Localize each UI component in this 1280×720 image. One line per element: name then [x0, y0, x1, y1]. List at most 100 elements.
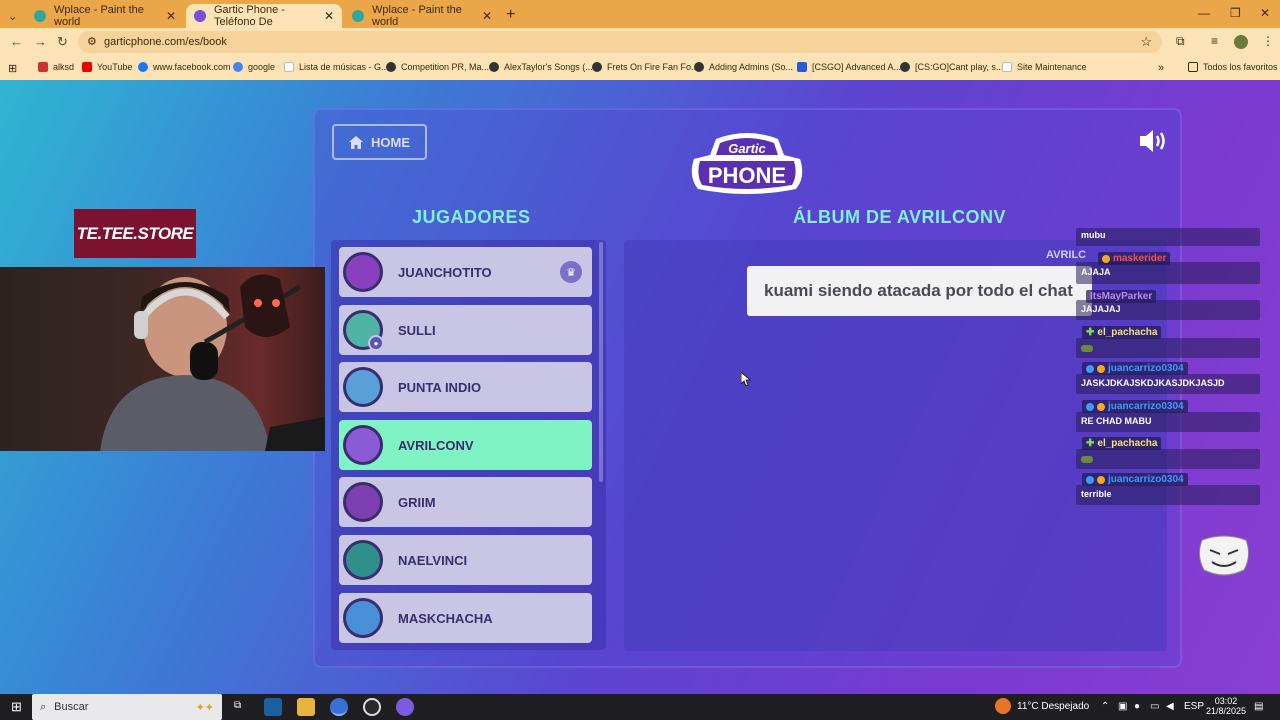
site-info-icon[interactable]: ⚙ — [87, 35, 97, 48]
bookmark-star-icon[interactable]: ☆ — [1140, 34, 1152, 50]
profile-avatar[interactable] — [1234, 35, 1248, 49]
file-explorer-icon[interactable] — [297, 698, 315, 716]
home-icon — [349, 135, 363, 149]
search-icon: ⌕ — [40, 700, 47, 713]
home-button[interactable]: HOME — [332, 124, 427, 160]
emote-icon — [1081, 456, 1093, 463]
task-view-icon[interactable]: ⧉ — [234, 700, 241, 711]
all-favorites[interactable]: Todos los favoritos — [1188, 62, 1278, 72]
player-row-griim[interactable]: GRIIM — [339, 477, 592, 527]
player-avatar — [343, 598, 383, 638]
player-row-naelvinci[interactable]: NAELVINCI — [339, 535, 592, 585]
player-row-sulli[interactable]: ● SULLI — [339, 305, 592, 355]
badge-icon — [1102, 254, 1110, 263]
restore-icon[interactable]: ❐ — [1230, 6, 1241, 20]
back-icon[interactable]: ← — [10, 34, 23, 49]
chat-message — [1076, 338, 1260, 358]
media-icon[interactable]: ≡ — [1211, 34, 1218, 48]
menu-icon[interactable]: ⋮ — [1262, 34, 1274, 48]
globe-icon — [34, 10, 46, 22]
player-row-maskchacha[interactable]: MASKCHACHA — [339, 593, 592, 643]
sparkle-icon: ✦✦ — [195, 701, 214, 714]
tab-search-button[interactable]: ⌄ — [0, 4, 24, 28]
emote-icon — [1081, 345, 1093, 352]
taskbar-search[interactable]: ⌕ Buscar ✦✦ — [32, 694, 222, 720]
bookmark-item[interactable]: Adding Admins (So... — [694, 62, 793, 72]
gartic-phone-logo: Gartic PHONE — [691, 133, 803, 194]
chat-message: RE CHAD MABU — [1076, 412, 1260, 432]
badge-icon — [1097, 402, 1105, 411]
mouse-cursor-icon — [741, 372, 751, 386]
bookmark-item[interactable]: Site Maintenance — [1002, 62, 1087, 72]
player-row-punta-indio[interactable]: PUNTA INDIO — [339, 362, 592, 412]
bookmark-item[interactable]: google — [233, 62, 275, 72]
chat-username: maskerider — [1098, 252, 1171, 265]
mascot-icon — [1198, 535, 1250, 576]
app-icon[interactable] — [396, 698, 414, 716]
webcam-overlay — [0, 267, 325, 451]
windows-start-icon[interactable]: ⊞ — [11, 699, 22, 715]
youtube-icon — [82, 62, 92, 72]
chrome-icon[interactable] — [330, 698, 348, 716]
clock[interactable]: 03:02 21/8/2025 — [1206, 696, 1246, 716]
bookmark-item[interactable]: YouTube — [82, 62, 132, 72]
close-icon[interactable]: ✕ — [166, 9, 176, 23]
crown-icon: ♛ — [560, 261, 582, 283]
gartic-icon — [194, 10, 206, 22]
bookmark-item[interactable]: www.facebook.com — [138, 62, 231, 72]
user-icon: ● — [368, 335, 384, 351]
globe-icon — [352, 10, 364, 22]
address-bar[interactable]: ⚙ garticphone.com/es/book ☆ — [78, 31, 1162, 53]
tray-app-icon[interactable]: ▣ — [1118, 701, 1127, 712]
plus-badge-icon: ✚ — [1086, 327, 1095, 338]
network-icon[interactable]: ▭ — [1150, 701, 1159, 712]
bookmark-item[interactable]: Lista de músicas - G... — [284, 62, 389, 72]
language-indicator[interactable]: ESP — [1184, 701, 1204, 712]
tab-wplace-2[interactable]: Wplace - Paint the world ✕ — [344, 4, 500, 28]
logo-text-bottom: PHONE — [708, 163, 786, 188]
extensions-icon[interactable]: ⧉ — [1176, 34, 1185, 49]
browser-chrome: ⌄ Wplace - Paint the world ✕ Gartic Phon… — [0, 0, 1280, 80]
tab-gartic[interactable]: Gartic Phone - Teléfono De ✕ — [186, 4, 342, 28]
bookmark-item[interactable]: Competition PR, Ma... — [386, 62, 489, 72]
reload-icon[interactable]: ↻ — [57, 34, 68, 50]
close-icon[interactable]: ✕ — [482, 9, 492, 23]
minimize-icon[interactable]: — — [1198, 6, 1210, 20]
bookmark-item[interactable]: alksd — [38, 62, 74, 72]
new-tab-button[interactable]: + — [506, 6, 515, 24]
weather-text[interactable]: 11°C Despejado — [1017, 701, 1089, 712]
notifications-icon[interactable]: ▤ — [1254, 701, 1263, 712]
volume-icon[interactable]: ◀ — [1166, 701, 1174, 712]
album-heading: ÁLBUM DE AVRILCONV — [793, 207, 1006, 227]
player-row-avrilconv[interactable]: AVRILCONV — [339, 420, 592, 470]
more-bookmarks-icon[interactable]: » — [1158, 62, 1164, 74]
speaker-icon[interactable] — [1138, 128, 1168, 154]
site-icon — [386, 62, 396, 72]
bookmark-item[interactable]: AlexTaylor's Songs (... — [489, 62, 593, 72]
players-heading: JUGADORES — [412, 207, 531, 227]
close-icon[interactable]: ✕ — [324, 9, 334, 23]
bookmark-item[interactable]: Frets On Fire Fan Fo... — [592, 62, 699, 72]
stream-chat-overlay: mubu AJAJA maskerider ItsMayParker JAJAJ… — [1076, 228, 1260, 510]
players-scrollbar[interactable] — [599, 242, 603, 482]
close-window-icon[interactable]: ✕ — [1260, 6, 1270, 20]
player-avatar — [343, 425, 383, 465]
streamer-webcam-image — [100, 274, 325, 451]
bookmark-item[interactable]: [CSGO] Advanced A... — [797, 62, 901, 72]
tab-bar: ⌄ Wplace - Paint the world ✕ Gartic Phon… — [0, 0, 1280, 28]
microphone-icon[interactable]: ● — [1134, 701, 1140, 712]
calculator-icon[interactable] — [264, 698, 282, 716]
apps-icon[interactable]: ⊞ — [8, 62, 17, 75]
badge-icon — [1097, 475, 1105, 484]
page-icon — [284, 62, 294, 72]
bookmark-item[interactable]: [CS:GO]Cant play, s... — [900, 62, 1003, 72]
store-banner: TE.TEE.STORE — [74, 209, 196, 258]
toolbar: ← → ↻ ⚙ garticphone.com/es/book ☆ ⧉ ≡ ⋮ — [0, 28, 1280, 56]
forward-icon[interactable]: → — [34, 34, 47, 49]
badge-icon — [1086, 402, 1094, 411]
chevron-up-icon[interactable]: ⌃ — [1101, 701, 1109, 712]
obs-icon[interactable] — [363, 698, 381, 716]
player-row-juanchotito[interactable]: JUANCHOTITO ♛ — [339, 247, 592, 297]
facebook-icon — [138, 62, 148, 72]
tab-wplace-1[interactable]: Wplace - Paint the world ✕ — [26, 4, 184, 28]
